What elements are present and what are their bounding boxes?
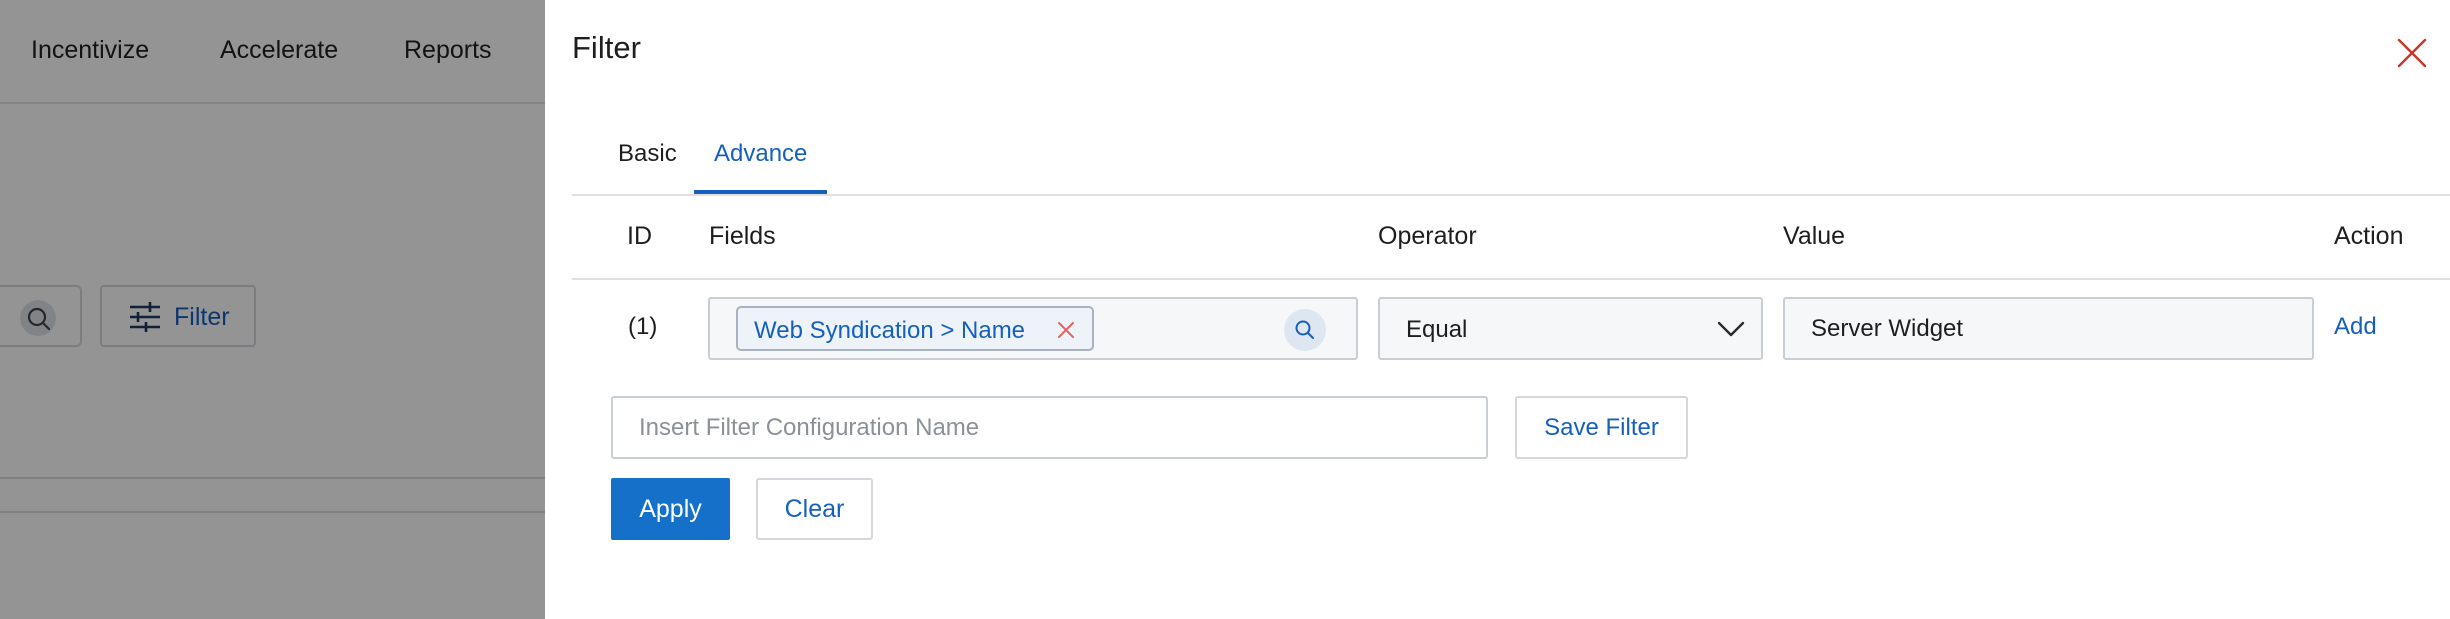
modal-overlay[interactable] — [0, 0, 545, 619]
column-header-fields: Fields — [709, 222, 776, 250]
clear-button[interactable]: Clear — [756, 478, 873, 540]
field-selector[interactable]: Web Syndication > Name — [708, 297, 1358, 360]
column-header-action: Action — [2334, 222, 2404, 250]
field-chip-label: Web Syndication > Name — [754, 317, 1026, 344]
save-filter-button[interactable]: Save Filter — [1515, 396, 1688, 459]
apply-button[interactable]: Apply — [611, 478, 730, 540]
column-header-operator: Operator — [1378, 222, 1477, 250]
column-header-id: ID — [627, 222, 652, 250]
add-condition-link[interactable]: Add — [2334, 313, 2377, 341]
drawer-title: Filter — [572, 30, 641, 65]
operator-select[interactable]: Equal — [1378, 297, 1763, 360]
field-chip: Web Syndication > Name — [736, 306, 1094, 351]
filter-config-name-input[interactable] — [611, 396, 1488, 459]
remove-chip-icon[interactable] — [1056, 320, 1076, 340]
value-input[interactable] — [1783, 297, 2314, 360]
field-search-button[interactable] — [1284, 309, 1326, 351]
row-id: (1) — [628, 313, 658, 340]
column-header-value: Value — [1783, 222, 1846, 250]
header-divider — [572, 278, 2450, 280]
tab-basic[interactable]: Basic — [618, 140, 677, 192]
active-tab-indicator — [694, 190, 827, 194]
filter-drawer: Filter Basic Advance ID Fields Operator … — [545, 0, 2450, 619]
filter-tabs: Basic Advance — [572, 128, 2450, 196]
operator-value: Equal — [1406, 316, 1468, 343]
close-icon[interactable] — [2395, 36, 2429, 70]
search-icon — [1295, 320, 1314, 339]
chevron-down-icon — [1717, 321, 1745, 337]
tab-advance[interactable]: Advance — [714, 140, 807, 192]
